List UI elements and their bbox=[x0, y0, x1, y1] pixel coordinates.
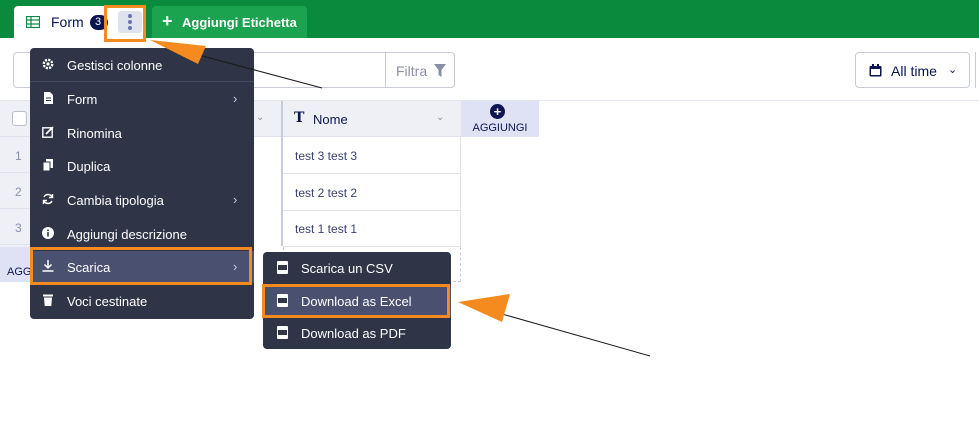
annotation-arrows bbox=[150, 40, 651, 357]
arrow-head-icon bbox=[150, 40, 206, 64]
arrow-head-icon bbox=[458, 294, 510, 322]
arrow-line bbox=[487, 309, 651, 357]
